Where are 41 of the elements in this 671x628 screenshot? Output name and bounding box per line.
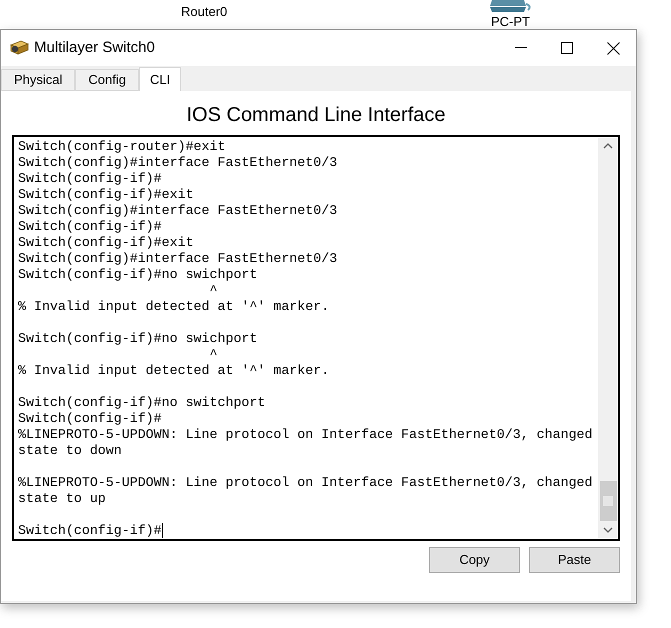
tab[interactable]: CLI (139, 67, 182, 91)
panel-heading: IOS Command Line Interface (185, 103, 446, 127)
terminal-line: Switch(config)#interface FastEthernet0/3 (18, 155, 338, 171)
terminal-line: Switch(config-if)# (18, 219, 162, 235)
scroll-down-icon (603, 527, 613, 533)
terminal-line: %LINEPROTO-5-UPDOWN: Line protocol on Interface FastEthernet0/3, changed (18, 475, 593, 491)
terminal-line: state to up (18, 491, 106, 507)
action-button[interactable]: Paste (529, 547, 620, 573)
minimize-icon (515, 47, 527, 49)
window-title: Multilayer Switch0 (34, 38, 155, 58)
terminal-line: % Invalid input detected at '^' marker. (18, 363, 330, 379)
terminal-line: ^ (208, 283, 218, 299)
scroll-up-icon (603, 143, 613, 149)
device-label: PC-PT (491, 14, 530, 29)
terminal-line: Switch(config-if)#no swichport (18, 331, 258, 347)
terminal-line: %LINEPROTO-5-UPDOWN: Line protocol on Interface FastEthernet0/3, changed (18, 427, 593, 443)
close-icon (606, 42, 620, 54)
action-button[interactable]: Copy (429, 547, 520, 573)
terminal[interactable] (12, 135, 620, 541)
terminal-line: Switch(config-if)#no swichport (18, 267, 258, 283)
pc-icon (488, 0, 532, 14)
terminal-line: Switch(config-if)#exit (18, 187, 194, 203)
terminal-line: Switch(config-if)# (18, 411, 162, 427)
terminal-line: Switch(config-if)# (18, 523, 162, 539)
terminal-line: Switch(config)#interface FastEthernet0/3 (18, 251, 338, 267)
maximize-icon (561, 42, 573, 54)
terminal-line: Switch(config-if)# (18, 171, 162, 187)
terminal-line: state to down (18, 443, 122, 459)
terminal-line: Switch(config-if)#no switchport (18, 395, 266, 411)
terminal-line: Switch(config-if)#exit (18, 235, 194, 251)
text-cursor (162, 523, 163, 538)
device-label: Router0 (181, 4, 228, 19)
tab[interactable]: Physical (1, 69, 76, 91)
terminal-line: % Invalid input detected at '^' marker. (18, 299, 330, 315)
scrollbar[interactable] (598, 137, 618, 539)
scroll-thumb[interactable] (600, 481, 616, 521)
terminal-line: Switch(config)#interface FastEthernet0/3 (18, 203, 338, 219)
terminal-line: ^ (208, 347, 218, 363)
switch-icon (9, 39, 29, 57)
tab[interactable]: Config (75, 69, 139, 91)
terminal-line: Switch(config-router)#exit (18, 139, 226, 155)
